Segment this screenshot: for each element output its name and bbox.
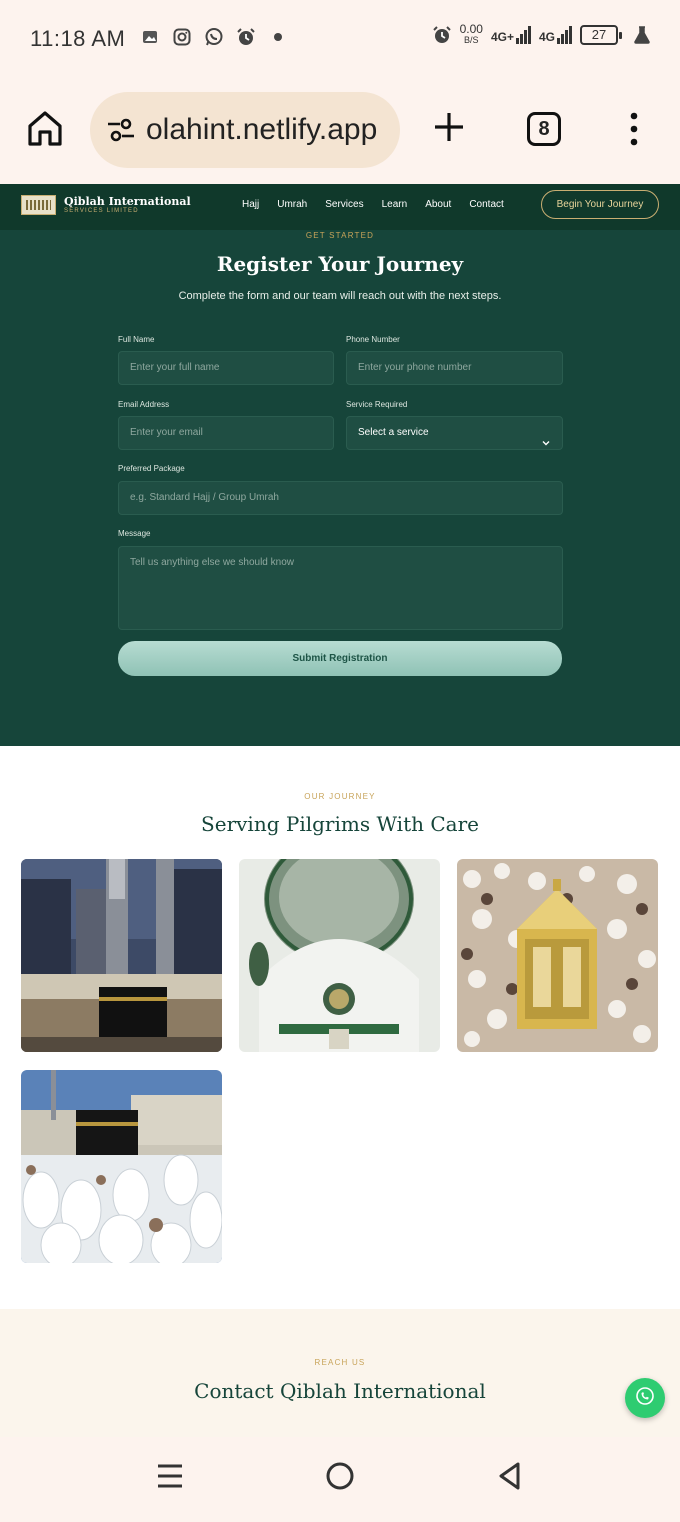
- brand-name[interactable]: Qiblah International: [64, 195, 191, 208]
- net-speed: 0.00 B/S: [459, 22, 483, 46]
- address-bar[interactable]: olahint.netlify.app: [90, 92, 400, 168]
- package-label: Preferred Package: [118, 464, 185, 473]
- back-icon[interactable]: [495, 1461, 525, 1491]
- register-section: GET STARTED Register Your Journey Comple…: [0, 230, 680, 746]
- nav-link-contact[interactable]: Contact: [469, 199, 503, 210]
- url-text[interactable]: olahint.netlify.app: [146, 113, 377, 147]
- nav-link-about[interactable]: About: [425, 199, 451, 210]
- signal-icon: [515, 26, 531, 44]
- begin-journey-button[interactable]: Begin Your Journey: [541, 190, 659, 219]
- alarm-icon: [432, 25, 452, 45]
- nav-link-hajj[interactable]: Hajj: [242, 199, 259, 210]
- net2-label: 4G: [538, 30, 555, 44]
- dot-icon: [268, 27, 288, 47]
- signal-icon: [557, 26, 572, 44]
- instagram-icon: [172, 27, 192, 47]
- signal-4g-plus: 4G+: [491, 26, 531, 44]
- browser-toolbar: olahint.netlify.app 8: [0, 76, 680, 184]
- signal-4g: 4G: [539, 26, 572, 44]
- nav-link-services[interactable]: Services: [325, 199, 363, 210]
- system-status: 0.00 B/S 4G+ 4G 27: [432, 22, 652, 46]
- phone-icon: [635, 1386, 655, 1411]
- logo-icon[interactable]: [21, 195, 56, 215]
- photo-pilgrims-ihram[interactable]: [21, 1070, 222, 1263]
- register-title: Register Your Journey: [216, 252, 464, 276]
- service-label: Service Required: [346, 400, 408, 409]
- photo-pilgrim-crowd-gold[interactable]: [457, 859, 658, 1052]
- status-bar: 11:18 AM 0.00 B/S 4G+ 4G 27: [0, 0, 680, 76]
- net-speed-value: 0.00: [459, 22, 483, 36]
- home-icon[interactable]: [26, 108, 64, 148]
- whatsapp-chat-button[interactable]: [625, 1378, 665, 1418]
- register-eyebrow: GET STARTED: [305, 231, 375, 240]
- nav-link-learn[interactable]: Learn: [382, 199, 408, 210]
- whatsapp-icon: [204, 27, 224, 47]
- net-speed-unit: B/S: [464, 35, 479, 45]
- chevron-down-icon: [542, 429, 550, 446]
- journey-title: Serving Pilgrims With Care: [201, 812, 479, 836]
- email-input[interactable]: Enter your email: [118, 416, 334, 450]
- flask-icon: [632, 25, 652, 45]
- notification-icons: [140, 27, 288, 47]
- android-nav-bar: [0, 1437, 680, 1522]
- full-name-label: Full Name: [118, 335, 155, 344]
- site-settings-icon[interactable]: [106, 115, 136, 145]
- photo-mosque-dome[interactable]: [239, 859, 440, 1052]
- journey-section: OUR JOURNEY Serving Pilgrims With Care: [0, 746, 680, 1309]
- message-textarea[interactable]: Tell us anything else we should know: [118, 546, 563, 630]
- main-nav: Hajj Umrah Services Learn About Contact: [242, 199, 522, 210]
- contact-title: Contact Qiblah International: [194, 1379, 486, 1403]
- alarm-icon: [236, 27, 256, 47]
- service-select-value: Select a service: [358, 427, 429, 438]
- photo-kaaba-clock-tower[interactable]: [21, 859, 222, 1052]
- phone-label: Phone Number: [346, 335, 400, 344]
- full-name-input[interactable]: Enter your full name: [118, 351, 334, 385]
- message-label: Message: [118, 529, 151, 538]
- tab-switcher-button[interactable]: 8: [527, 112, 561, 146]
- net1-label: 4G+: [490, 30, 514, 44]
- gallery-icon: [140, 27, 160, 47]
- recent-apps-icon[interactable]: [155, 1461, 185, 1491]
- phone-input[interactable]: Enter your phone number: [346, 351, 563, 385]
- journey-eyebrow: OUR JOURNEY: [304, 792, 376, 801]
- service-select[interactable]: Select a service: [346, 416, 563, 450]
- contact-eyebrow: REACH US: [314, 1358, 366, 1367]
- battery-icon: 27: [580, 25, 622, 45]
- contact-section: REACH US Contact Qiblah International: [0, 1309, 680, 1437]
- more-options-icon[interactable]: [626, 112, 642, 146]
- nav-link-umrah[interactable]: Umrah: [277, 199, 307, 210]
- email-label: Email Address: [118, 400, 170, 409]
- battery-level: 27: [591, 27, 607, 42]
- package-input[interactable]: e.g. Standard Hajj / Group Umrah: [118, 481, 563, 515]
- brand-subtitle: SERVICES LIMITED: [64, 208, 139, 214]
- home-nav-icon[interactable]: [325, 1461, 355, 1491]
- register-subtitle: Complete the form and our team will reac…: [178, 290, 502, 302]
- submit-registration-button[interactable]: Submit Registration: [118, 641, 562, 676]
- site-header: Qiblah International SERVICES LIMITED Ha…: [0, 184, 680, 230]
- status-time: 11:18 AM: [30, 26, 126, 51]
- new-tab-icon[interactable]: [432, 110, 466, 144]
